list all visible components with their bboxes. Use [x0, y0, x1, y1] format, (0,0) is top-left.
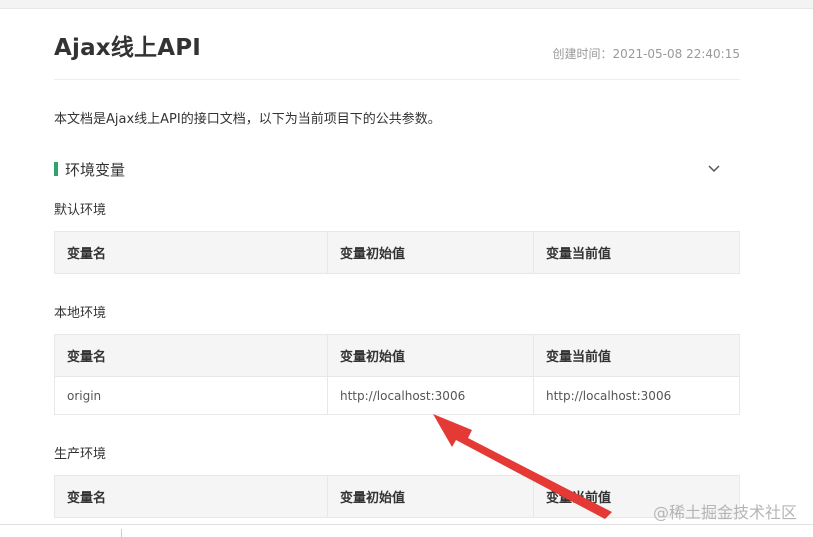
column-header-initial: 变量初始值	[327, 231, 534, 274]
created-time-label: 创建时间：	[552, 47, 613, 61]
chevron-down-icon[interactable]	[706, 161, 722, 177]
env-table-default: 变量名 变量初始值 变量当前值	[54, 231, 740, 274]
bottom-bar	[0, 524, 813, 537]
document-header: Ajax线上API 创建时间：2021-05-08 22:40:15	[54, 8, 740, 80]
column-header-initial: 变量初始值	[327, 334, 534, 377]
page-title: Ajax线上API	[54, 35, 202, 61]
table-header-row: 变量名 变量初始值 变量当前值	[54, 334, 740, 377]
document-panel: Ajax线上API 创建时间：2021-05-08 22:40:15 本文档是A…	[54, 8, 740, 518]
env-table-production: 变量名 变量初始值 变量当前值	[54, 475, 740, 518]
table-row: origin http://localhost:3006 http://loca…	[54, 376, 740, 415]
table-header-row: 变量名 变量初始值 变量当前值	[54, 475, 740, 518]
section-header-env-vars[interactable]: 环境变量	[54, 159, 740, 179]
column-header-initial: 变量初始值	[327, 475, 534, 518]
env-table-local: 变量名 变量初始值 变量当前值 origin http://localhost:…	[54, 334, 740, 415]
section-accent-bar	[54, 162, 58, 176]
column-header-name: 变量名	[54, 475, 328, 518]
created-time: 创建时间：2021-05-08 22:40:15	[553, 45, 740, 62]
column-header-current: 变量当前值	[533, 334, 740, 377]
column-header-name: 变量名	[54, 334, 328, 377]
watermark-text: @稀土掘金技术社区	[652, 503, 797, 522]
cell-variable-name: origin	[54, 376, 328, 415]
env-label-production: 生产环境	[54, 447, 107, 462]
created-time-value: 2021-05-08 22:40:15	[612, 47, 740, 61]
env-label-default: 默认环境	[54, 203, 107, 218]
column-header-name: 变量名	[54, 231, 328, 274]
column-header-current: 变量当前值	[533, 231, 740, 274]
section-title: 环境变量	[65, 161, 126, 179]
env-label-local: 本地环境	[54, 306, 107, 321]
cell-initial-value: http://localhost:3006	[327, 376, 534, 415]
table-header-row: 变量名 变量初始值 变量当前值	[54, 231, 740, 274]
cell-current-value: http://localhost:3006	[533, 376, 740, 415]
document-description: 本文档是Ajax线上API的接口文档，以下为当前项目下的公共参数。	[54, 112, 441, 127]
